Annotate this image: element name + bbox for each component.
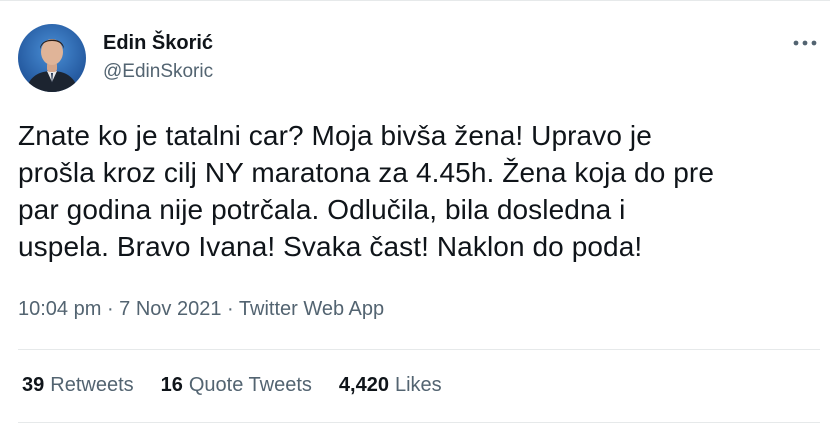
avatar-image: [18, 24, 86, 92]
divider: [18, 422, 820, 423]
tweet-text-line: par godina nije potrčala. Odlučila, bila…: [18, 194, 626, 225]
tweet-source[interactable]: Twitter Web App: [239, 298, 384, 320]
tweet-text-line: uspela. Bravo Ivana! Svaka čast! Naklon …: [18, 231, 643, 262]
separator: ·: [101, 298, 120, 320]
tweet-date[interactable]: 7 Nov 2021: [119, 298, 221, 320]
tweet-text-line: Znate ko je tatalni car? Moja bivša žena…: [18, 120, 652, 151]
separator: ·: [221, 298, 239, 320]
likes-stat[interactable]: 4,420 Likes: [339, 372, 442, 398]
tweet-time[interactable]: 10:04 pm: [18, 298, 101, 320]
tweet-text-line: prošla kroz cilj NY maratona za 4.45h. Ž…: [18, 157, 715, 188]
retweets-stat[interactable]: 39 Retweets: [22, 372, 134, 398]
tweet-text: Znate ko je tatalni car? Moja bivša žena…: [18, 117, 808, 265]
more-dots-icon[interactable]: [788, 29, 822, 57]
retweets-label: Retweets: [50, 374, 134, 396]
engagement-stats: 39 Retweets 16 Quote Tweets 4,420 Likes: [22, 372, 442, 398]
author-name[interactable]: Edin Škorić: [103, 31, 213, 55]
tweet-metadata: 10:04 pm · 7 Nov 2021 · Twitter Web App: [18, 296, 384, 322]
avatar[interactable]: [18, 24, 86, 92]
quote-tweets-label: Quote Tweets: [188, 374, 312, 396]
quote-tweets-stat[interactable]: 16 Quote Tweets: [161, 372, 312, 398]
quote-tweets-count: 16: [160, 374, 183, 396]
author-handle[interactable]: @EdinSkoric: [103, 60, 213, 84]
likes-label: Likes: [394, 374, 442, 396]
likes-count: 4,420: [338, 374, 389, 396]
retweets-count: 39: [22, 374, 45, 396]
tweet-card: Edin Škorić @EdinSkoric Znate ko je tata…: [0, 0, 830, 426]
divider: [18, 349, 820, 350]
